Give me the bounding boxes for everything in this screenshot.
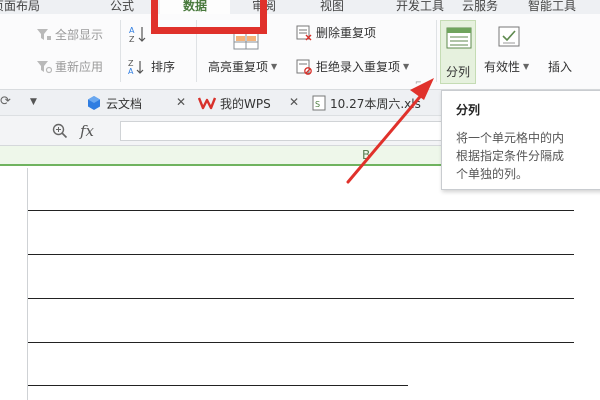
ribbon-separator — [436, 20, 437, 82]
reject-duplicates-icon — [296, 59, 312, 75]
row-gridline — [28, 385, 408, 386]
tooltip-title: 分列 — [456, 103, 481, 117]
svg-text:Z: Z — [129, 35, 135, 44]
tab-spreadsheet-file[interactable]: S 10.27本周六.xls — [312, 94, 421, 112]
funnel-refresh-icon — [37, 60, 52, 73]
show-all-label: 全部显示 — [55, 28, 104, 42]
reject-duplicates-button[interactable]: 拒绝录入重复项 ▼ — [296, 58, 409, 75]
reapply-button[interactable]: 重新应用 — [36, 58, 103, 75]
tab-formulas[interactable]: 公式 — [110, 0, 134, 14]
validity-label: 有效性 — [484, 60, 521, 74]
delete-duplicates-icon — [296, 25, 312, 40]
highlight-duplicates-label: 高亮重复项 — [208, 60, 269, 74]
tooltip-line: 根据指定条件分隔成 — [456, 149, 565, 163]
tab-cloud-service[interactable]: 云服务 — [462, 0, 498, 14]
split-columns-button[interactable]: 分列 — [440, 20, 476, 84]
column-header-b[interactable]: B — [362, 148, 370, 162]
tab-smart-tools[interactable]: 智能工具 — [528, 0, 576, 14]
tab-cloud-docs[interactable]: 云文档 — [86, 94, 142, 112]
svg-text:A: A — [129, 26, 135, 35]
spreadsheet-window: 页面布局 公式 数据 审阅 视图 开发工具 云服务 智能工具 全部显示 重新应用 — [0, 0, 600, 400]
tab-view[interactable]: 视图 — [320, 0, 344, 14]
svg-text:S: S — [315, 100, 320, 109]
show-all-button[interactable]: 全部显示 — [36, 26, 103, 43]
delete-duplicates-label: 删除重复项 — [316, 26, 377, 40]
sort-ascending-icon[interactable]: A Z — [128, 24, 148, 44]
menu-bar: 页面布局 公式 数据 审阅 视图 开发工具 云服务 智能工具 — [0, 0, 600, 14]
chevron-down-icon: ▼ — [271, 62, 278, 71]
close-icon[interactable]: ✕ — [289, 95, 299, 109]
highlight-duplicates-button[interactable]: 高亮重复项 ▼ — [208, 58, 277, 75]
fx-icon[interactable]: fx — [80, 122, 94, 140]
row-gridline — [28, 210, 574, 211]
split-columns-tooltip: 分列 将一个单元格中的内 根据指定条件分隔成 个单独的列。 — [441, 90, 600, 190]
reapply-label: 重新应用 — [55, 60, 104, 74]
spreadsheet-file-icon: S — [312, 95, 326, 111]
dialog-launcher-icon[interactable]: ⌐ — [415, 78, 422, 87]
sheet-grid[interactable] — [0, 168, 600, 400]
cloud-cube-icon — [88, 96, 100, 110]
validity-icon[interactable] — [498, 26, 522, 48]
chevron-down-icon: ▼ — [403, 62, 410, 71]
chevron-down-icon[interactable]: ▼ — [30, 97, 37, 107]
tooltip-line: 个单独的列。 — [456, 167, 529, 181]
split-columns-label: 分列 — [446, 65, 471, 79]
split-columns-icon — [446, 27, 472, 49]
tab-my-wps-label: 我的WPS — [220, 96, 271, 111]
validity-button[interactable]: 有效性 ▼ — [484, 58, 529, 75]
row-header-gutter — [0, 168, 28, 400]
funnel-icon — [37, 28, 51, 40]
row-gridline — [28, 254, 574, 255]
refresh-icon[interactable]: ⟳ — [0, 94, 11, 109]
highlight-box — [151, 0, 267, 34]
ribbon-toolbar: 全部显示 重新应用 A Z Z A 排序 高亮重复项 ▼ 删除重复项 拒绝录入重… — [0, 14, 600, 90]
row-gridline — [28, 342, 574, 343]
zoom-icon[interactable] — [52, 123, 68, 139]
ribbon-separator — [120, 20, 121, 82]
tab-cloud-docs-label: 云文档 — [106, 96, 143, 111]
formula-input[interactable] — [120, 121, 450, 141]
tooltip-line: 将一个单元格中的内 — [456, 131, 565, 145]
wps-logo-icon — [198, 97, 216, 110]
delete-duplicates-button[interactable]: 删除重复项 — [296, 24, 376, 41]
insert-label: 插入 — [548, 60, 573, 74]
tab-developer[interactable]: 开发工具 — [396, 0, 444, 14]
tab-my-wps[interactable]: 我的WPS — [198, 94, 271, 112]
reject-duplicates-label: 拒绝录入重复项 — [316, 60, 401, 74]
svg-text:A: A — [128, 67, 134, 75]
chevron-down-icon: ▼ — [523, 62, 530, 71]
insert-button[interactable]: 插入 — [548, 58, 572, 75]
sort-label: 排序 — [151, 60, 176, 74]
tab-spreadsheet-file-label: 10.27本周六.xls — [330, 96, 421, 111]
row-gridline — [28, 298, 574, 299]
sort-descending-icon: Z A — [128, 59, 144, 75]
tab-page-layout[interactable]: 页面布局 — [0, 0, 40, 14]
sort-button[interactable]: Z A 排序 — [128, 58, 175, 75]
close-icon[interactable]: ✕ — [176, 95, 186, 109]
